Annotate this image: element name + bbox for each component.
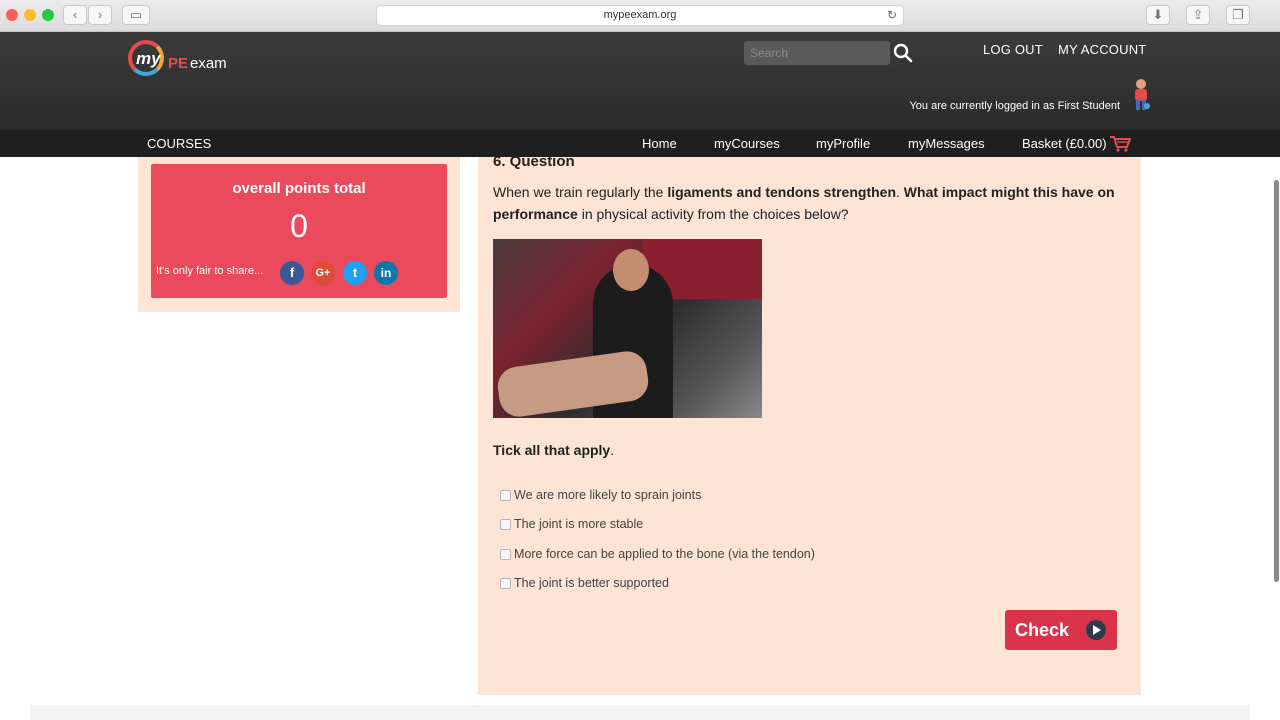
nav-basket[interactable]: Basket (£0.00) (1022, 136, 1107, 151)
option-checkbox[interactable] (500, 578, 511, 589)
instruction-label: Tick all that apply. (493, 442, 614, 458)
forward-button[interactable]: › (88, 5, 112, 25)
page-scrollbar[interactable] (1274, 180, 1279, 582)
back-button[interactable]: ‹ (63, 5, 87, 25)
site-header: my PE exam LOG OUT MY ACCOUNT You are cu… (0, 32, 1280, 130)
nav-myprofile[interactable]: myProfile (816, 136, 870, 151)
sidebar-icon: ▭ (129, 7, 143, 22)
chevron-right-icon: › (97, 7, 103, 22)
option-label[interactable]: We are more likely to sprain joints (514, 488, 701, 502)
option-label[interactable]: The joint is better supported (514, 576, 669, 590)
check-button-label: Check (1015, 620, 1070, 640)
courses-link[interactable]: COURSES (147, 136, 211, 151)
instruction-period: . (610, 442, 615, 458)
instruction-text: Tick all that apply (493, 442, 611, 458)
image-athlete-head (613, 249, 649, 291)
points-card: overall points total 0 It's only fair to… (151, 164, 447, 298)
logo-pe-text: PE (168, 55, 189, 72)
question-text-emphasis: ligaments and tendons strengthen (667, 184, 897, 200)
share-icon: ⇪ (1192, 7, 1204, 22)
question-text: When we train regularly the ligaments an… (493, 181, 1133, 225)
logo-my-text: my (136, 49, 161, 68)
facebook-icon[interactable]: f (280, 261, 304, 285)
question-heading: 6. Question (493, 153, 575, 170)
minimize-window-button[interactable] (24, 9, 36, 21)
nav-mymessages[interactable]: myMessages (908, 136, 985, 151)
footer-strip (30, 705, 1250, 720)
option-checkbox[interactable] (500, 490, 511, 501)
tabs-icon: ❐ (1232, 7, 1244, 22)
question-image (493, 239, 762, 418)
points-value: 0 (290, 208, 308, 244)
points-title: overall points total (232, 180, 366, 197)
browser-chrome: ‹ › ▭ mypeexam.org ↻ ⬇ ⇪ ❐ (0, 0, 1280, 32)
points-panel: overall points total 0 It's only fair to… (138, 157, 460, 312)
option-checkbox[interactable] (500, 519, 511, 530)
cart-icon[interactable] (1109, 135, 1131, 152)
share-button[interactable]: ⇪ (1186, 5, 1210, 25)
nav-mycourses[interactable]: myCourses (714, 136, 780, 151)
close-window-button[interactable] (6, 9, 18, 21)
chevron-left-icon: ‹ (72, 7, 78, 22)
question-panel: 6. Question When we train regularly the … (478, 153, 1141, 695)
login-status: You are currently logged in as First Stu… (909, 100, 1120, 112)
main-nav: COURSES Home myCourses myProfile myMessa… (0, 130, 1280, 157)
logout-link[interactable]: LOG OUT (983, 42, 1043, 57)
share-text: It's only fair to share... (156, 265, 264, 277)
question-text-part: . (896, 184, 904, 200)
nav-home[interactable]: Home (642, 136, 677, 151)
question-text-part: When we train regularly the (493, 184, 668, 200)
option-checkbox[interactable] (500, 549, 511, 560)
check-button[interactable]: Check (1005, 610, 1117, 650)
logo-exam-text: exam (190, 55, 227, 72)
google-plus-icon[interactable]: G+ (311, 261, 335, 285)
tabs-button[interactable]: ❐ (1226, 5, 1250, 25)
play-icon (1086, 620, 1106, 640)
url-text: mypeexam.org (603, 9, 677, 21)
sidebar-toggle-button[interactable]: ▭ (122, 5, 150, 25)
question-text-part: in physical activity from the choices be… (577, 206, 849, 222)
avatar[interactable] (1130, 78, 1152, 112)
option-label[interactable]: More force can be applied to the bone (v… (514, 547, 815, 561)
twitter-icon[interactable]: t (343, 261, 367, 285)
search-input[interactable] (744, 41, 890, 65)
option-label[interactable]: The joint is more stable (514, 517, 643, 531)
my-account-link[interactable]: MY ACCOUNT (1058, 42, 1146, 57)
downloads-button[interactable]: ⬇ (1146, 5, 1170, 25)
download-icon: ⬇ (1152, 7, 1164, 22)
reload-icon[interactable]: ↻ (887, 6, 897, 25)
maximize-window-button[interactable] (42, 9, 54, 21)
site-logo[interactable]: my PE exam (128, 40, 227, 80)
search-icon[interactable] (893, 43, 913, 63)
linkedin-icon[interactable]: in (374, 261, 398, 285)
address-bar[interactable]: mypeexam.org ↻ (376, 5, 904, 26)
